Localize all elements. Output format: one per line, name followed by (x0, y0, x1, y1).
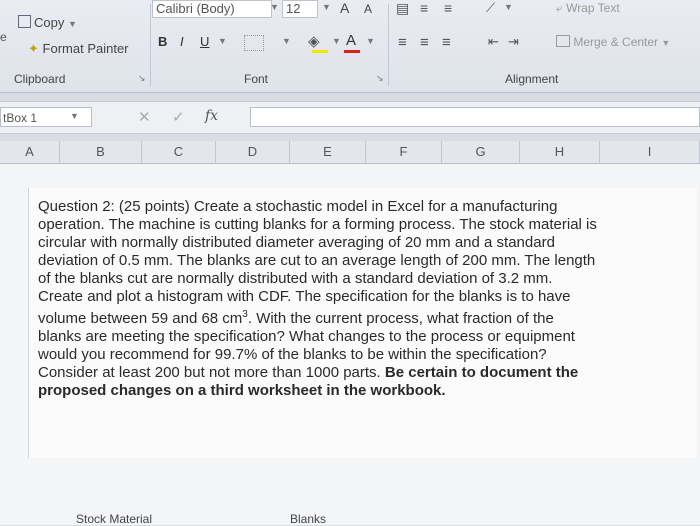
column-header-a[interactable]: A (0, 141, 60, 163)
column-header-f[interactable]: F (366, 141, 442, 163)
bold-button[interactable]: B (158, 34, 167, 49)
align-middle-icon[interactable]: ≡ (420, 0, 428, 16)
question-line: proposed changes on a third worksheet in… (38, 382, 446, 399)
column-header-g[interactable]: G (442, 141, 520, 163)
column-header-i[interactable]: I (600, 141, 700, 163)
group-divider (150, 4, 151, 86)
chevron-down-icon[interactable]: ▼ (366, 36, 375, 46)
chevron-down-icon[interactable]: ▼ (270, 2, 279, 12)
question-line: Create and plot a histogram with CDF. Th… (38, 288, 571, 305)
chevron-down-icon[interactable]: ▼ (70, 111, 79, 121)
column-header-h[interactable]: H (520, 141, 600, 163)
question-line: volume between 59 and 68 cm3. With the c… (38, 309, 554, 327)
alignment-group-label: Alignment (505, 72, 559, 86)
font-name-select[interactable]: Calibri (Body) (152, 0, 272, 18)
cancel-button[interactable]: ✕ (138, 108, 151, 126)
fill-color-swatch (312, 50, 328, 53)
question-line: deviation of 0.5 mm. The blanks are cut … (38, 252, 596, 269)
chevron-down-icon[interactable]: ▼ (282, 36, 291, 46)
brush-icon: ✦ (28, 41, 39, 56)
borders-icon[interactable] (244, 35, 264, 51)
column-header-b[interactable]: B (60, 141, 142, 163)
dialog-launcher-icon[interactable]: ↘ (138, 73, 146, 84)
confirm-button[interactable]: ✓ (172, 108, 185, 126)
decrease-indent-icon[interactable]: ⇤ (488, 34, 499, 50)
shrink-font-button[interactable]: A (364, 2, 372, 16)
align-top-icon[interactable]: ▤ (396, 0, 409, 17)
cell-label-stock-material[interactable]: Stock Material (76, 512, 152, 526)
align-center-icon[interactable]: ≡ (420, 34, 429, 51)
group-divider (388, 4, 389, 86)
column-headers: A B C D E F G H I (0, 141, 700, 164)
question-text: Question 2: (25 points) Create a stochas… (38, 198, 688, 400)
orientation-icon[interactable]: ⟋ (486, 0, 495, 16)
partial-paste-label: e (0, 30, 7, 44)
dialog-launcher-icon[interactable]: ↘ (376, 73, 384, 84)
align-bottom-icon[interactable]: ≡ (444, 0, 452, 16)
column-header-d[interactable]: D (216, 141, 290, 163)
copy-button[interactable]: Copy ▼ (18, 14, 77, 32)
column-header-e[interactable]: E (290, 141, 366, 163)
question-line: of the blanks cut are normally distribut… (38, 270, 553, 287)
format-painter-button[interactable]: ✦ Format Painter (28, 40, 129, 58)
grow-font-button[interactable]: A (340, 0, 349, 16)
font-size-select[interactable]: 12 (282, 0, 318, 18)
question-line: would you recommend for 99.7% of the bla… (38, 346, 547, 363)
chevron-down-icon[interactable]: ▼ (218, 36, 227, 46)
underline-button[interactable]: U (200, 34, 209, 49)
chevron-down-icon[interactable]: ▼ (332, 36, 341, 46)
merge-center-button[interactable]: Merge & Center ▼ (556, 34, 670, 50)
question-line: blanks are meeting the specification? Wh… (38, 328, 575, 345)
question-line: circular with normally distributed diame… (38, 234, 555, 251)
chevron-down-icon: ▼ (661, 38, 671, 48)
wrap-text-button[interactable]: ⤶ Wrap Text (556, 0, 620, 16)
ribbon: e Copy ▼ ✦ Format Painter Clipboard ↘ Ca… (0, 0, 700, 93)
merge-icon (556, 35, 570, 47)
copy-icon (18, 15, 31, 28)
question-line: Consider at least 200 but not more than … (38, 364, 579, 381)
question-line: Question 2: (25 points) Create a stochas… (38, 198, 558, 215)
fill-color-icon[interactable]: ◈ (308, 32, 320, 50)
chevron-down-icon[interactable]: ▼ (322, 2, 331, 12)
wrap-text-icon: ⤶ (556, 1, 563, 15)
font-color-swatch (344, 50, 360, 53)
formula-input[interactable] (250, 107, 700, 127)
align-right-icon[interactable]: ≡ (442, 34, 451, 51)
insert-function-button[interactable]: fx (205, 108, 218, 124)
chevron-down-icon: ▼ (67, 19, 77, 29)
column-header-c[interactable]: C (142, 141, 216, 163)
clipboard-group-label: Clipboard (14, 72, 66, 86)
font-color-button[interactable]: A (346, 32, 356, 49)
italic-button[interactable]: I (180, 34, 184, 49)
align-left-icon[interactable]: ≡ (398, 34, 407, 51)
question-line: operation. The machine is cutting blanks… (38, 216, 597, 233)
font-group-label: Font (244, 72, 269, 86)
increase-indent-icon[interactable]: ⇥ (508, 34, 519, 50)
cell-label-blanks[interactable]: Blanks (290, 512, 326, 526)
chevron-down-icon[interactable]: ▼ (504, 2, 513, 12)
formula-bar: tBox 1 ▼ ✕ ✓ fx (0, 101, 700, 134)
